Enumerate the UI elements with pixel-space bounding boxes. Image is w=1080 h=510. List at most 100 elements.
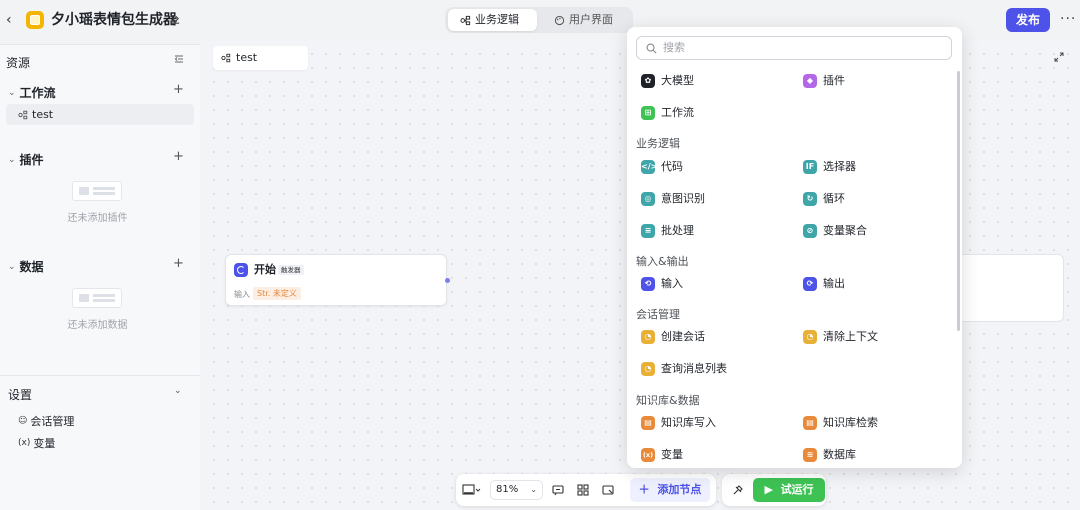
- layout-grid-icon[interactable]: [576, 483, 590, 497]
- node-item-label: 选择器: [823, 160, 856, 173]
- tab-user-interface[interactable]: 用户界面: [542, 9, 630, 31]
- section-data[interactable]: ⌄ 数据: [8, 258, 44, 275]
- code-icon: </>: [641, 160, 657, 174]
- plugin-icon: ◆: [803, 74, 817, 88]
- node-item-kb-write[interactable]: ▤ 知识库写入: [641, 414, 716, 432]
- publish-button[interactable]: 发布: [1006, 8, 1050, 32]
- chevron-down-icon[interactable]: ⌄: [174, 386, 182, 396]
- end-node[interactable]: [955, 254, 1064, 322]
- node-item-label: 批处理: [661, 224, 694, 237]
- test-run-label: 试运行: [780, 483, 814, 496]
- node-item-label: 创建会话: [661, 330, 705, 343]
- debug-icon[interactable]: [731, 483, 745, 497]
- sidebar-item-test[interactable]: test: [6, 104, 194, 125]
- node-item-label: 输入: [661, 277, 683, 290]
- app-icon: [26, 11, 44, 29]
- node-item-var-aggregate[interactable]: ⊘ 变量聚合: [803, 222, 867, 240]
- node-item-clear-context[interactable]: ◔ 清除上下文: [803, 328, 878, 346]
- chevron-left-icon[interactable]: ‹: [6, 11, 20, 29]
- group-business-logic: 业务逻辑: [636, 137, 680, 150]
- kb-write-icon: ▤: [641, 416, 655, 430]
- node-item-variable[interactable]: (x) 变量: [641, 446, 683, 464]
- node-item-workflow[interactable]: ⊞ 工作流: [641, 104, 694, 122]
- node-item-kb-search[interactable]: ▤ 知识库检索: [803, 414, 878, 432]
- canvas-tab-test[interactable]: test: [213, 46, 308, 70]
- zoom-select[interactable]: 81% ⌄: [490, 480, 543, 500]
- node-item-llm[interactable]: ✿ 大模型: [641, 72, 694, 90]
- workflow-node-icon: ⊞: [641, 106, 655, 120]
- node-item-label: 知识库写入: [661, 416, 716, 429]
- add-data-button[interactable]: +: [173, 256, 184, 271]
- loop-icon: ↻: [803, 192, 817, 206]
- minimap-icon[interactable]: [462, 483, 482, 497]
- workflow-icon: [18, 110, 28, 119]
- clear-context-icon: ◔: [803, 330, 817, 344]
- section-plugin-title: 插件: [19, 153, 44, 167]
- tab-user-interface-label: 用户界面: [569, 13, 613, 26]
- more-dots-icon[interactable]: ···: [1060, 11, 1076, 27]
- node-item-label: 变量聚合: [823, 224, 867, 237]
- settings-title[interactable]: 设置: [8, 386, 32, 403]
- node-item-label: 变量: [661, 448, 683, 461]
- search-input[interactable]: 搜索: [636, 36, 952, 60]
- node-item-label: 意图识别: [661, 192, 705, 205]
- input-label: 输入: [234, 290, 250, 299]
- node-item-label: 清除上下文: [823, 330, 878, 343]
- add-workflow-button[interactable]: +: [173, 82, 184, 97]
- section-workflow-title: 工作流: [19, 86, 56, 100]
- node-item-intent[interactable]: ◎ 意图识别: [641, 190, 705, 208]
- node-output-port[interactable]: [445, 278, 450, 283]
- add-node-button[interactable]: ＋ 添加节点: [630, 478, 710, 502]
- empty-data-illustration: [72, 288, 122, 308]
- input-value-text: 未定义: [272, 289, 297, 298]
- test-run-button[interactable]: ▶ 试运行: [753, 478, 825, 502]
- interaction-mode-icon[interactable]: [601, 483, 615, 497]
- chevron-down-icon: ⌄: [8, 154, 16, 165]
- node-item-output[interactable]: ⟳ 输出: [803, 275, 845, 293]
- node-item-code[interactable]: </> 代码: [641, 158, 683, 176]
- node-item-selector[interactable]: IF 选择器: [803, 158, 856, 176]
- settings-item-variable[interactable]: (x) 变量: [18, 435, 55, 451]
- kb-search-icon: ▤: [803, 416, 817, 430]
- chevron-down-icon: ⌄: [530, 485, 537, 494]
- canvas-toolbar: 81% ⌄ ＋ 添加节点: [456, 474, 716, 506]
- node-item-database[interactable]: ≋ 数据库: [803, 446, 856, 464]
- run-toolbar: ▶ 试运行: [722, 474, 826, 506]
- start-node[interactable]: 开始 触发器 输入 Str. 未定义: [225, 254, 447, 306]
- empty-data-text: 还未添加数据: [67, 320, 128, 331]
- start-icon: [234, 263, 248, 277]
- node-item-label: 工作流: [661, 106, 694, 119]
- node-item-loop[interactable]: ↻ 循环: [803, 190, 845, 208]
- node-item-label: 代码: [661, 160, 683, 173]
- section-plugin[interactable]: ⌄ 插件: [8, 151, 44, 168]
- batch-icon: ≡: [641, 224, 655, 238]
- add-plugin-button[interactable]: +: [173, 149, 184, 164]
- node-item-query-messages[interactable]: ◔ 查询消息列表: [641, 360, 727, 378]
- workflow-icon: [460, 15, 471, 25]
- section-workflow[interactable]: ⌄ 工作流: [8, 84, 56, 101]
- llm-icon: ✿: [641, 74, 655, 88]
- fullscreen-icon[interactable]: [1054, 52, 1064, 62]
- popup-scrollbar[interactable]: [957, 71, 960, 331]
- node-item-label: 知识库检索: [823, 416, 878, 429]
- settings-item-label: 变量: [33, 437, 56, 450]
- node-item-input[interactable]: ⟲ 输入: [641, 275, 683, 293]
- node-item-create-conversation[interactable]: ◔ 创建会话: [641, 328, 705, 346]
- settings-item-chat-manage[interactable]: ☺ 会话管理: [18, 413, 74, 429]
- divider: [0, 375, 200, 376]
- collapse-sidebar-icon[interactable]: [174, 54, 184, 64]
- tab-business-logic[interactable]: 业务逻辑: [448, 9, 537, 31]
- empty-plugin-text: 还未添加插件: [67, 213, 128, 224]
- variable-icon: (x): [18, 438, 31, 448]
- comment-icon[interactable]: [551, 483, 565, 497]
- chevron-down-icon: ⌄: [8, 87, 16, 98]
- conversation-icon: ◔: [641, 330, 655, 344]
- app-title: 夕小瑶表情包生成器: [51, 12, 177, 28]
- node-item-batch[interactable]: ≡ 批处理: [641, 222, 694, 240]
- palette-icon: [554, 15, 565, 25]
- node-item-label: 数据库: [823, 448, 856, 461]
- node-item-plugin[interactable]: ◆ 插件: [803, 72, 845, 90]
- search-icon: [646, 43, 657, 54]
- workflow-icon: [221, 53, 231, 63]
- edit-icon[interactable]: [170, 14, 181, 25]
